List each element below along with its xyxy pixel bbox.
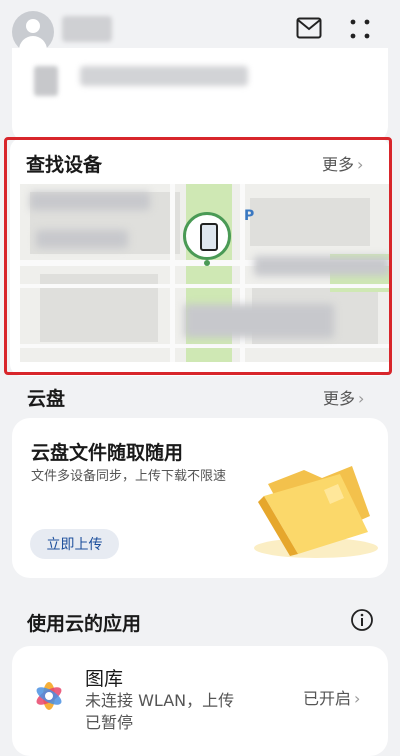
gallery-app-icon <box>36 682 62 710</box>
upload-now-button[interactable]: 立即上传 <box>30 529 119 559</box>
cloud-drive-more-link[interactable]: 更多 › <box>323 385 364 409</box>
device-location-pin[interactable] <box>183 212 231 260</box>
blurred-icon <box>34 66 58 96</box>
pin-tail <box>204 260 210 266</box>
blurred-label <box>184 304 334 338</box>
blurred-label <box>30 192 150 210</box>
cloud-apps-title: 使用云的应用 <box>27 613 142 635</box>
cloud-card-title: 云盘文件随取随用 <box>31 442 184 464</box>
account-name-blurred <box>62 16 112 42</box>
map-road <box>20 344 390 348</box>
gallery-state-label: 已开启 <box>303 689 352 708</box>
gallery-sync-status: 未连接 WLAN，上传已暂停 <box>85 691 235 732</box>
chevron-right-icon: › <box>357 155 364 174</box>
parking-poi-label: P <box>244 208 255 224</box>
avatar-head <box>26 19 40 33</box>
cloud-drive-title: 云盘 <box>27 388 66 410</box>
gallery-enabled-state[interactable]: 已开启 › <box>303 685 360 709</box>
folder-icon <box>254 466 378 558</box>
find-device-more-label: 更多 <box>322 155 355 174</box>
blurred-text <box>80 66 248 86</box>
gallery-app-name: 图库 <box>85 668 124 690</box>
blurred-label <box>36 230 128 248</box>
more-icon[interactable] <box>346 16 374 42</box>
avatar[interactable] <box>12 11 54 53</box>
find-device-more-link[interactable]: 更多 › <box>322 151 363 175</box>
mail-icon[interactable] <box>296 17 322 39</box>
map-road <box>170 184 175 362</box>
find-device-title: 查找设备 <box>26 154 103 176</box>
cloud-card-desc: 文件多设备同步，上传下载不限速 <box>31 469 227 484</box>
chevron-right-icon: › <box>354 689 361 708</box>
map-building <box>250 198 370 246</box>
account-card[interactable] <box>12 48 388 144</box>
info-icon[interactable] <box>350 608 374 632</box>
cloud-drive-more-label: 更多 <box>323 389 356 408</box>
find-device-card[interactable]: 查找设备 更多 › P <box>10 138 390 376</box>
device-map[interactable]: P <box>20 184 390 362</box>
map-road <box>20 284 390 288</box>
gallery-app-row[interactable]: 图库 未连接 WLAN，上传已暂停 已开启 › <box>12 646 388 756</box>
phone-icon <box>200 223 218 251</box>
cloud-drive-card[interactable]: 云盘文件随取随用 文件多设备同步，上传下载不限速 立即上传 <box>12 418 388 578</box>
blurred-label <box>254 256 390 276</box>
chevron-right-icon: › <box>358 389 365 408</box>
